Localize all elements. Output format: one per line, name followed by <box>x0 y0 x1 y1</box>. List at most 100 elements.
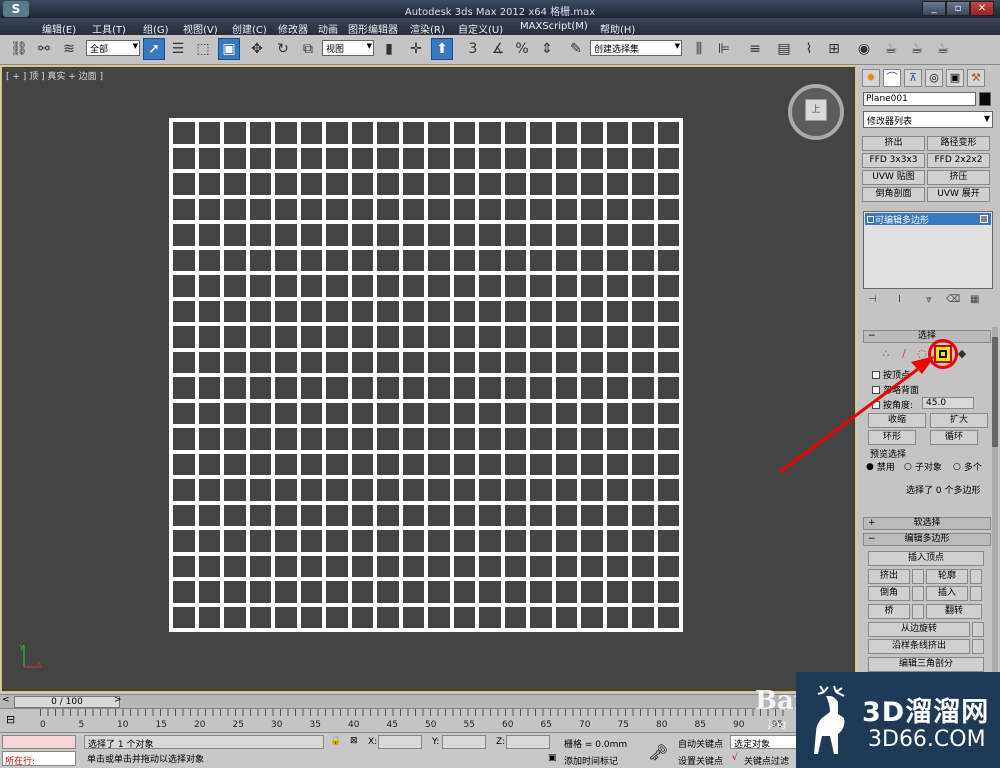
rendered-frame-icon[interactable]: ☕ <box>906 38 928 60</box>
extrude-along-spline-button[interactable]: 沿样条线挤出 <box>868 639 970 654</box>
panel-scrollbar[interactable] <box>992 327 998 687</box>
edit-triangulation-button[interactable]: 编辑三角剖分 <box>868 657 984 672</box>
y-coordinate-field[interactable] <box>442 735 486 749</box>
curve-editor-icon[interactable]: ⌇ <box>798 38 820 60</box>
mod-bevel-profile-button[interactable]: 倒角剖面 <box>862 187 925 202</box>
material-editor-icon[interactable]: ◉ <box>853 38 875 60</box>
z-coordinate-field[interactable] <box>506 735 550 749</box>
set-key-mode-icon[interactable]: 🗝 <box>648 743 668 762</box>
absolute-mode-icon[interactable]: ⊠ <box>350 736 358 746</box>
menu-views[interactable]: 视图(V) <box>183 21 218 36</box>
close-button[interactable]: ✕ <box>970 1 994 16</box>
insert-vertex-button[interactable]: 插入顶点 <box>868 551 984 566</box>
rectangular-region-icon[interactable]: ⬚ <box>192 38 214 60</box>
modifier-list-dropdown[interactable]: 修改器列表 <box>863 111 993 128</box>
key-filter-dropdown[interactable]: 选定对象 <box>730 735 798 749</box>
expand-icon[interactable] <box>867 216 874 223</box>
configure-modifier-sets-icon[interactable]: ▦ <box>970 294 979 305</box>
mod-path-deform-button[interactable]: 路径变形 <box>927 136 990 151</box>
menu-tools[interactable]: 工具(T) <box>92 21 126 36</box>
pivot-center-icon[interactable]: ▮ <box>378 38 400 60</box>
select-object-icon[interactable]: ➚ <box>143 38 165 60</box>
auto-key-button[interactable]: 自动关键点 <box>678 737 723 750</box>
mod-ffd333-button[interactable]: FFD 3x3x3 <box>862 153 925 168</box>
mod-ffd222-button[interactable]: FFD 2x2x2 <box>927 153 990 168</box>
add-time-tag-text[interactable]: 添加时间标记 <box>564 754 618 767</box>
ignore-backfacing-checkbox[interactable]: 忽略背面 <box>872 383 919 396</box>
render-production-icon[interactable]: ☕ <box>932 38 954 60</box>
preview-multi-radio[interactable]: ○ 多个 <box>953 460 982 474</box>
grow-button[interactable]: 扩大 <box>930 413 988 428</box>
select-manipulate-icon[interactable]: ✛ <box>405 38 427 60</box>
preview-subobject-radio[interactable]: ○ 子对象 <box>904 460 942 474</box>
modify-tab-icon[interactable]: ⌒ <box>883 69 901 87</box>
move-icon[interactable]: ✥ <box>246 38 268 60</box>
percent-snap-icon[interactable]: % <box>511 38 533 60</box>
outline-settings-icon[interactable] <box>970 569 982 584</box>
maxscript-listener-top[interactable] <box>2 735 76 749</box>
set-key-button[interactable]: 设置关键点 <box>678 754 723 767</box>
menu-edit[interactable]: 编辑(E) <box>42 21 76 36</box>
preview-off-radio[interactable]: ● 禁用 <box>866 460 895 474</box>
schematic-view-icon[interactable]: ⊞ <box>823 38 845 60</box>
loop-button[interactable]: 循环 <box>930 430 978 445</box>
edge-subobject-icon[interactable]: ∕ <box>896 346 912 362</box>
top-viewport[interactable]: [ + ] 顶 ] 真实 + 边面 ] 上 y x <box>1 66 856 692</box>
maxscript-listener-bottom[interactable]: 所在行: <box>2 751 76 767</box>
bridge-settings-icon[interactable] <box>912 604 924 619</box>
by-angle-checkbox[interactable]: 按角度: <box>872 398 913 411</box>
stack-lock-icon[interactable] <box>980 215 988 223</box>
flip-button[interactable]: 翻转 <box>926 604 982 619</box>
mod-unwrap-uvw-button[interactable]: UVW 展开 <box>927 187 990 202</box>
mini-curve-editor-icon[interactable]: ⊟ <box>6 713 15 726</box>
scrollbar-thumb[interactable] <box>992 337 998 447</box>
outline-button[interactable]: 轮廓 <box>926 569 968 584</box>
menu-customize[interactable]: 自定义(U) <box>458 21 503 36</box>
menu-create[interactable]: 创建(C) <box>232 21 267 36</box>
extrude-settings-icon[interactable] <box>912 569 924 584</box>
create-tab-icon[interactable]: ✸ <box>862 69 880 87</box>
object-name-field[interactable]: Plane001 <box>863 92 976 106</box>
reference-coord-dropdown[interactable]: 视图 <box>322 40 374 56</box>
soft-selection-rollout-header[interactable]: + 软选择 <box>863 517 991 530</box>
inset-button[interactable]: 插入 <box>926 586 968 601</box>
hinge-from-edge-button[interactable]: 从边旋转 <box>868 622 970 637</box>
ring-button[interactable]: 环形 <box>868 430 916 445</box>
frame-ruler[interactable] <box>40 709 790 731</box>
extrude-spline-settings-icon[interactable] <box>972 639 984 654</box>
menu-rendering[interactable]: 渲染(R) <box>410 21 445 36</box>
menu-maxscript[interactable]: MAXScript(M) <box>520 21 588 32</box>
hinge-settings-icon[interactable] <box>972 622 984 637</box>
angle-snap-icon[interactable]: ∡ <box>487 38 509 60</box>
unlink-icon[interactable]: ⚯ <box>33 38 55 60</box>
viewport-label[interactable]: [ + ] 顶 ] 真实 + 边面 ] <box>6 69 103 82</box>
ribbon-icon[interactable]: ▤ <box>773 38 795 60</box>
minimize-button[interactable]: _ <box>922 1 946 16</box>
extrude-button[interactable]: 挤出 <box>868 569 910 584</box>
viewcube-top-face[interactable]: 上 <box>805 99 827 121</box>
keyboard-shortcut-icon[interactable]: ⬆ <box>431 38 453 60</box>
make-unique-icon[interactable]: ⩔ <box>926 294 932 305</box>
selection-lock-icon[interactable]: 🔒 <box>330 736 341 746</box>
rotate-icon[interactable]: ↻ <box>272 38 294 60</box>
render-setup-icon[interactable]: ☕ <box>880 38 902 60</box>
align-icon[interactable]: ⊫ <box>713 38 735 60</box>
time-slider-thumb[interactable]: 0 / 100 <box>14 696 120 708</box>
remove-modifier-icon[interactable]: ⌫ <box>946 294 960 305</box>
mod-uvw-map-button[interactable]: UVW 贴图 <box>862 170 925 185</box>
shrink-button[interactable]: 收缩 <box>868 413 926 428</box>
next-frame-icon[interactable]: > <box>114 695 122 705</box>
x-coordinate-field[interactable] <box>378 735 422 749</box>
pin-stack-icon[interactable]: ⊣ <box>868 294 877 305</box>
motion-tab-icon[interactable]: ◎ <box>925 69 943 87</box>
named-selection-dropdown[interactable]: 创建选择集 <box>590 40 682 56</box>
stack-item-editable-poly[interactable]: 可编辑多边形 <box>865 213 991 226</box>
bevel-button[interactable]: 倒角 <box>868 586 910 601</box>
utilities-tab-icon[interactable]: ⚒ <box>967 69 985 87</box>
bind-spacewarp-icon[interactable]: ≋ <box>58 38 80 60</box>
link-icon[interactable]: ⛓ <box>8 38 30 60</box>
angle-spinner[interactable]: 45.0 <box>922 397 974 409</box>
maximize-button[interactable]: ▫ <box>946 1 970 16</box>
window-crossing-icon[interactable]: ▣ <box>218 38 240 60</box>
bridge-button[interactable]: 桥 <box>868 604 910 619</box>
